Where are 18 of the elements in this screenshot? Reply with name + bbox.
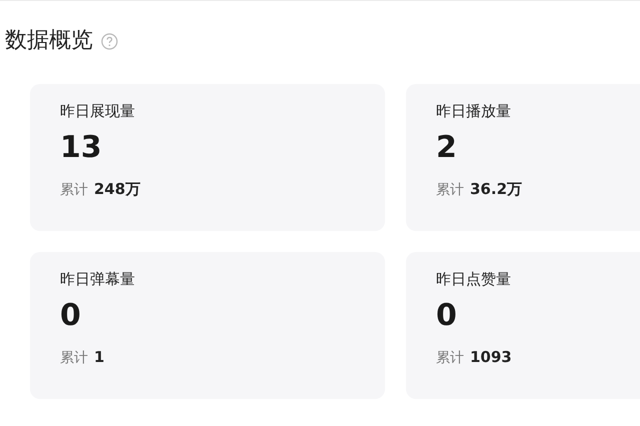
total-label: 累计 — [436, 181, 464, 199]
stat-label: 昨日播放量 — [436, 101, 512, 121]
stat-value: 0 — [436, 297, 458, 335]
stat-label: 昨日展现量 — [60, 101, 136, 121]
section-title: 数据概览 — [5, 27, 93, 55]
total-label: 累计 — [60, 181, 88, 199]
stat-label: 昨日弹幕量 — [60, 269, 136, 289]
help-icon[interactable] — [101, 32, 118, 50]
total-label: 累计 — [60, 349, 88, 367]
stat-label: 昨日点赞量 — [436, 269, 512, 289]
stat-value: 0 — [60, 297, 82, 335]
total-value: 1093 — [470, 348, 512, 366]
total-label: 累计 — [436, 349, 464, 367]
total-value: 36.2万 — [470, 180, 522, 199]
stat-value: 2 — [436, 129, 458, 167]
total-value: 248万 — [94, 180, 140, 199]
total-value: 1 — [94, 348, 104, 366]
stat-value: 13 — [60, 129, 103, 167]
